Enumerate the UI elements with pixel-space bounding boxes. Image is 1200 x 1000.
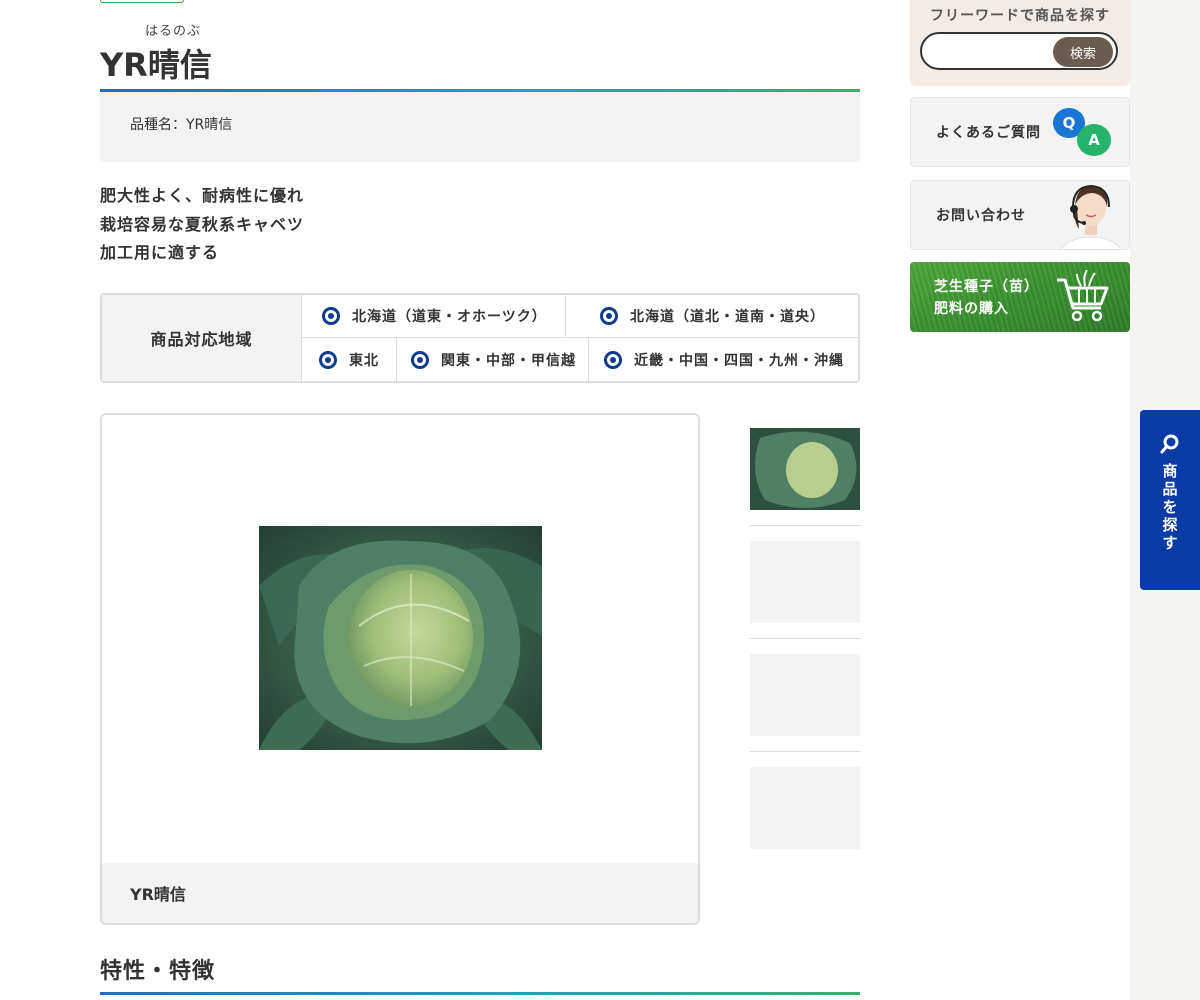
radio-selected-icon — [322, 307, 340, 325]
region-label: 関東・中部・甲信越 — [441, 352, 576, 369]
region-item-hokkaido-north[interactable]: 北海道（道北・道南・道央） — [565, 295, 858, 337]
thumbnail-divider — [750, 751, 860, 752]
radio-selected-icon — [600, 307, 618, 325]
search-label: フリーワードで商品を探す — [930, 8, 1110, 24]
description-line: 加工用に適する — [100, 243, 220, 262]
main-photo-card: YR晴信 — [100, 413, 700, 925]
faq-link[interactable]: よくあるご質問 Q A — [910, 97, 1130, 167]
description-line: 栽培容易な夏秋系キャベツ — [100, 214, 305, 234]
faq-label: よくあるご質問 — [936, 125, 1041, 141]
title-ruby: はるのぶ — [145, 24, 202, 39]
region-table: 商品対応地域 北海道（道東・オホーツク） 北海道（道北・道南・道央） 東北 関東… — [100, 293, 860, 383]
buy-label-line: 肥料の購入 — [934, 301, 1009, 317]
region-label: 近畿・中国・四国・九州・沖縄 — [634, 352, 844, 369]
region-item-tohoku[interactable]: 東北 — [302, 338, 396, 381]
category-tag[interactable] — [100, 0, 184, 3]
buy-label: 芝生種子（苗） 肥料の購入 — [934, 276, 1039, 320]
floating-search-tab[interactable]: 商 品 を 探 す — [1140, 410, 1200, 590]
region-label: 北海道（道北・道南・道央） — [630, 309, 825, 325]
region-item-hokkaido-east[interactable]: 北海道（道東・オホーツク） — [302, 295, 565, 337]
thumbnail-divider — [750, 638, 860, 639]
buy-label-line: 芝生種子（苗） — [934, 279, 1039, 295]
search-input[interactable] — [934, 40, 1048, 64]
search-icon — [1160, 434, 1179, 454]
section-underline — [100, 992, 860, 995]
answer-bubble-icon: A — [1077, 124, 1111, 156]
floating-tab-label: 商 品 を 探 す — [1140, 462, 1200, 552]
contact-link[interactable]: お問い合わせ — [910, 180, 1130, 250]
operator-person-icon — [1060, 184, 1122, 249]
search-box: 検索 — [920, 32, 1118, 70]
thumbnail-2[interactable] — [750, 541, 860, 623]
region-item-kinki[interactable]: 近畿・中国・四国・九州・沖縄 — [588, 338, 858, 381]
variety-box: 品種名：YR晴信 — [100, 92, 860, 162]
floating-tab-char: を — [1162, 498, 1178, 516]
floating-tab-char: 商 — [1162, 462, 1178, 480]
thumbnail-1[interactable] — [750, 428, 860, 510]
search-button[interactable]: 検索 — [1053, 37, 1113, 67]
radio-selected-icon — [411, 350, 429, 369]
thumbnail-4[interactable] — [750, 767, 860, 849]
region-row: 北海道（道東・オホーツク） 北海道（道北・道南・道央） — [302, 295, 858, 338]
variety-label: 品種名：YR晴信 — [130, 117, 233, 133]
floating-tab-char: 探 — [1162, 516, 1178, 534]
region-item-kanto[interactable]: 関東・中部・甲信越 — [396, 338, 588, 381]
section-title: 特性・特徴 — [100, 959, 216, 984]
floating-tab-char: 品 — [1162, 480, 1178, 498]
cabbage-photo[interactable] — [259, 526, 542, 750]
page-title: YR晴信 — [100, 46, 212, 84]
thumbnail-3[interactable] — [750, 654, 860, 736]
photo-caption: YR晴信 — [102, 863, 698, 923]
floating-tab-char: す — [1162, 534, 1178, 552]
contact-label: お問い合わせ — [936, 208, 1026, 224]
buy-link[interactable]: 芝生種子（苗） 肥料の購入 — [910, 262, 1130, 332]
description-line: 肥大性よく、耐病性に優れ — [100, 186, 305, 205]
photo-caption-text: YR晴信 — [130, 885, 186, 904]
radio-selected-icon — [604, 350, 622, 369]
region-label: 北海道（道東・オホーツク） — [352, 309, 547, 325]
sidebar-search: フリーワードで商品を探す 検索 — [910, 0, 1130, 86]
product-description: 肥大性よく、耐病性に優れ 栽培容易な夏秋系キャベツ 加工用に適する — [100, 182, 304, 268]
radio-selected-icon — [319, 350, 337, 369]
region-row: 東北 関東・中部・甲信越 近畿・中国・四国・九州・沖縄 — [302, 338, 858, 381]
thumbnail-divider — [750, 525, 860, 526]
region-label: 東北 — [349, 352, 379, 369]
shopping-cart-icon — [1057, 270, 1109, 322]
region-heading: 商品対応地域 — [102, 295, 302, 381]
